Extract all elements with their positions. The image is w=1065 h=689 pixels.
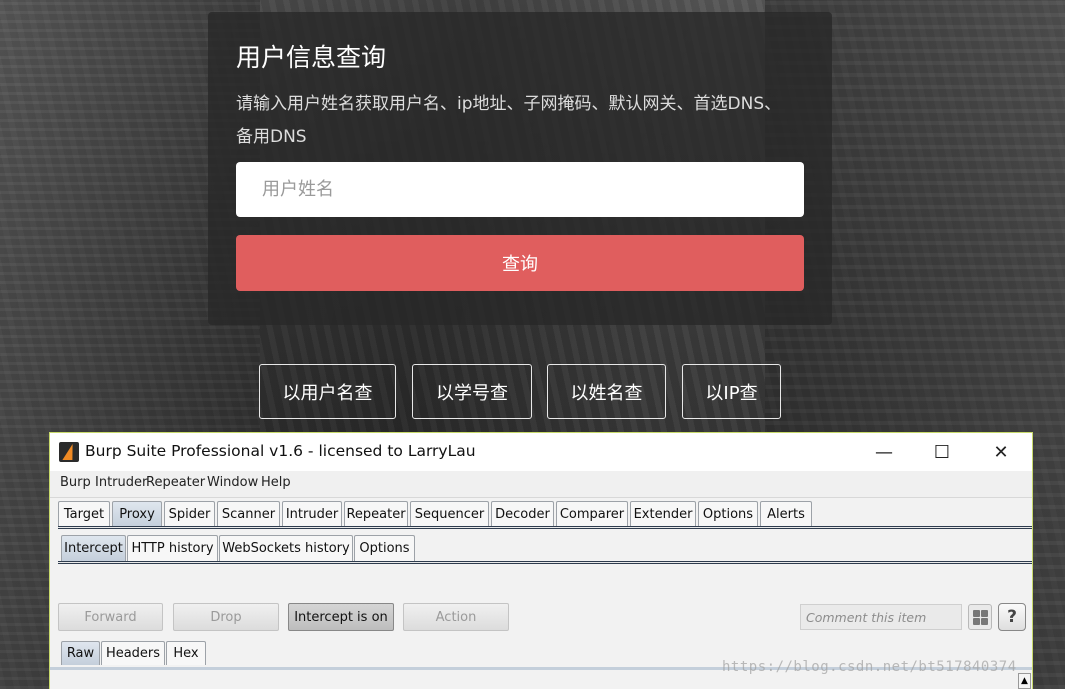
window-title: Burp Suite Professional v1.6 - licensed …: [85, 442, 476, 460]
query-by-ip-button[interactable]: 以IP查: [682, 364, 781, 419]
tab-websockets-history[interactable]: WebSockets history: [219, 535, 353, 561]
maximize-icon[interactable]: ☐: [919, 437, 965, 467]
grid-icon[interactable]: [968, 604, 992, 630]
tab-comparer[interactable]: Comparer: [556, 501, 628, 527]
tab-raw[interactable]: Raw: [61, 641, 100, 665]
help-icon[interactable]: ?: [998, 603, 1026, 631]
tab-proxy-options[interactable]: Options: [354, 535, 415, 561]
tab-options[interactable]: Options: [698, 501, 758, 527]
window-titlebar[interactable]: Burp Suite Professional v1.6 - licensed …: [50, 433, 1032, 471]
query-by-username-button[interactable]: 以用户名查: [259, 364, 396, 419]
tab-hex[interactable]: Hex: [166, 641, 206, 665]
burp-logo-icon: [59, 442, 79, 462]
user-name-input[interactable]: [236, 162, 804, 217]
query-button[interactable]: 查询: [236, 235, 804, 291]
menu-window[interactable]: Window: [207, 475, 258, 490]
tab-sequencer[interactable]: Sequencer: [410, 501, 489, 527]
tab-intercept[interactable]: Intercept: [61, 535, 126, 561]
form-title: 用户信息查询: [236, 43, 387, 72]
comment-input[interactable]: Comment this item: [800, 604, 962, 630]
close-icon[interactable]: ✕: [978, 437, 1024, 467]
burp-suite-window: Burp Suite Professional v1.6 - licensed …: [49, 432, 1033, 689]
query-by-name-button[interactable]: 以姓名查: [547, 364, 666, 419]
watermark-text: https://blog.csdn.net/bt517840374: [722, 659, 1017, 675]
tab-repeater[interactable]: Repeater: [344, 501, 408, 527]
action-button[interactable]: Action: [403, 603, 509, 631]
tab-http-history[interactable]: HTTP history: [127, 535, 218, 561]
query-form-card: 用户信息查询 请输入用户姓名获取用户名、ip地址、子网掩码、默认网关、首选DNS…: [208, 12, 832, 325]
tab-proxy[interactable]: Proxy: [112, 501, 162, 527]
tab-spider[interactable]: Spider: [164, 501, 215, 527]
minimize-icon[interactable]: —: [861, 437, 907, 467]
main-tab-separator: [58, 526, 1032, 529]
proxy-tab-separator: [58, 561, 1032, 564]
tab-extender[interactable]: Extender: [630, 501, 696, 527]
scroll-up-icon[interactable]: ▲: [1018, 673, 1031, 689]
menu-help[interactable]: Help: [261, 475, 291, 490]
menu-repeater[interactable]: Repeater: [146, 475, 205, 490]
intercept-toggle-button[interactable]: Intercept is on: [288, 603, 394, 631]
form-description: 请输入用户姓名获取用户名、ip地址、子网掩码、默认网关、首选DNS、备用DNS: [236, 94, 782, 147]
tab-alerts[interactable]: Alerts: [760, 501, 812, 527]
drop-button[interactable]: Drop: [173, 603, 279, 631]
tab-scanner[interactable]: Scanner: [217, 501, 280, 527]
tab-target[interactable]: Target: [58, 501, 110, 527]
tab-decoder[interactable]: Decoder: [491, 501, 554, 527]
menu-bar: Burp Intruder Repeater Window Help: [50, 471, 1032, 498]
tab-intruder[interactable]: Intruder: [282, 501, 342, 527]
query-by-student-id-button[interactable]: 以学号查: [412, 364, 532, 419]
menu-intruder[interactable]: Intruder: [95, 475, 147, 490]
forward-button[interactable]: Forward: [58, 603, 163, 631]
tab-headers[interactable]: Headers: [101, 641, 165, 665]
menu-burp[interactable]: Burp: [60, 475, 91, 490]
